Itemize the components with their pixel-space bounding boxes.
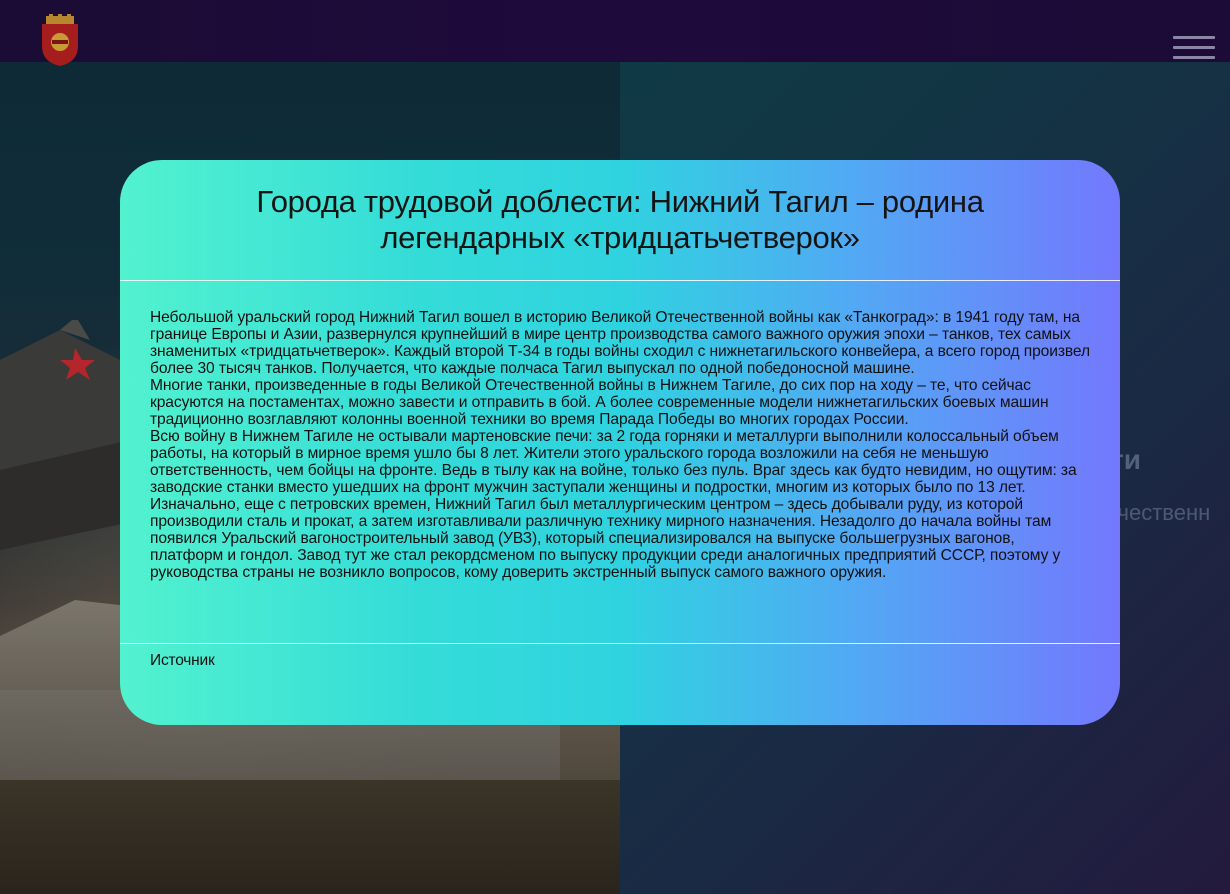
modal-title: Города трудовой доблести: Нижний Тагил –…: [256, 184, 984, 255]
article-paragraph: Небольшой уральский город Нижний Тагил в…: [150, 309, 1090, 377]
source-link[interactable]: Источник: [150, 652, 215, 669]
article-paragraph: Многие танки, произведенные в годы Велик…: [150, 377, 1049, 428]
modal-footer: Источник: [120, 644, 1120, 670]
city-emblem-icon[interactable]: [38, 14, 82, 66]
article-modal: Города трудовой доблести: Нижний Тагил –…: [120, 160, 1120, 725]
hero-subtitle-fragment: ечественн: [1106, 500, 1211, 525]
top-header: [0, 0, 1230, 66]
hamburger-menu-icon[interactable]: [1173, 36, 1215, 62]
modal-body: Небольшой уральский город Нижний Тагил в…: [120, 281, 1120, 644]
modal-header: Города трудовой доблести: Нижний Тагил –…: [120, 160, 1120, 281]
article-paragraph: Всю войну в Нижнем Тагиле не остывали ма…: [150, 428, 1077, 496]
ground: [0, 780, 620, 894]
article-paragraph: Изначально, еще с петровских времен, Ниж…: [150, 496, 1061, 581]
